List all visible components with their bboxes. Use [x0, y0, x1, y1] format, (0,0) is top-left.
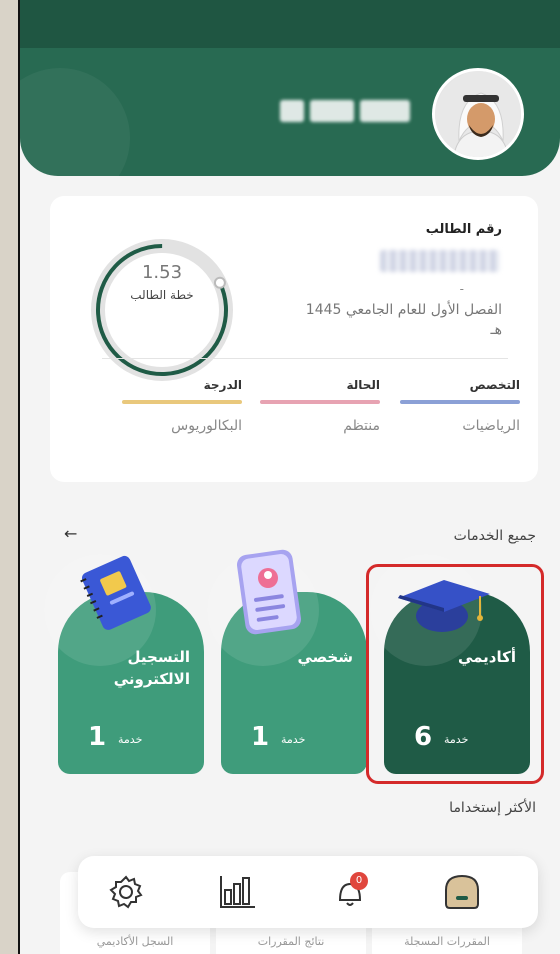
service-unit: خدمة: [118, 733, 143, 746]
status-bar: [20, 0, 560, 48]
stats-chart-icon[interactable]: [216, 870, 260, 914]
stat-status: الحالة منتظم: [260, 378, 380, 434]
see-all-arrow-icon[interactable]: ←: [64, 524, 77, 543]
stat-title: الدرجة: [203, 378, 242, 392]
stat-bar: [122, 400, 242, 404]
bottom-nav: 0: [78, 856, 538, 928]
stat-value: منتظم: [343, 418, 380, 434]
app-screen: رقم الطالب - الفصل الأول للعام الجامعي 1…: [18, 0, 560, 954]
stat-major: التخصص الرياضيات: [400, 378, 520, 434]
service-name: التسجيل الالكتروني: [113, 648, 190, 688]
stat-bar: [260, 400, 380, 404]
semester-text: الفصل الأول للعام الجامعي 1445 هـ: [305, 302, 502, 338]
id-card-icon: [236, 549, 302, 635]
notifications-button[interactable]: 0: [328, 870, 372, 914]
student-name-blurred: [280, 100, 410, 122]
profile-header: [20, 48, 560, 176]
avatar[interactable]: [432, 68, 524, 160]
home-icon: [445, 874, 479, 909]
stat-bar: [400, 400, 520, 404]
service-count: 1: [251, 722, 270, 752]
service-unit: خدمة: [281, 733, 306, 746]
service-name: شخصي: [297, 648, 353, 666]
gpa-value: 1.53: [141, 262, 183, 283]
gear-icon: [109, 875, 143, 909]
stat-title: الحالة: [346, 378, 380, 392]
student-dash: -: [459, 282, 464, 296]
most-used-label: المقررات المسجلة: [404, 935, 490, 948]
avatar-icon: [435, 71, 521, 157]
student-id-blurred: [380, 250, 500, 272]
gpa-ring: [91, 239, 233, 381]
most-used-title: الأكثر إستخداما: [449, 800, 536, 816]
header-decoration: [20, 68, 130, 176]
most-used-label: نتائج المقررات: [257, 935, 325, 948]
stat-value: البكالوريوس: [171, 418, 242, 434]
service-count: 1: [88, 722, 107, 752]
service-eregistration-card[interactable]: التسجيل الالكتروني 1 خدمة: [44, 554, 204, 774]
home-button[interactable]: [440, 870, 484, 914]
student-info-card: رقم الطالب - الفصل الأول للعام الجامعي 1…: [50, 196, 538, 482]
service-personal-card[interactable]: شخصي 1 خدمة: [207, 549, 367, 774]
student-plan-label: خطة الطالب: [130, 288, 194, 302]
notification-badge: 0: [350, 872, 368, 890]
academic-highlight-box: [366, 564, 544, 784]
stat-title: التخصص: [469, 378, 520, 392]
stat-degree: الدرجة البكالوريوس: [122, 378, 242, 434]
most-used-label: السجل الأكاديمي: [96, 935, 174, 948]
settings-gear-icon[interactable]: [104, 870, 148, 914]
notebook-icon: [80, 555, 151, 630]
stat-value: الرياضيات: [462, 418, 520, 434]
student-id-label: رقم الطالب: [425, 222, 502, 237]
bar-chart-icon: [220, 876, 255, 908]
card-divider: [102, 358, 508, 359]
services-title: جميع الخدمات: [453, 528, 536, 544]
